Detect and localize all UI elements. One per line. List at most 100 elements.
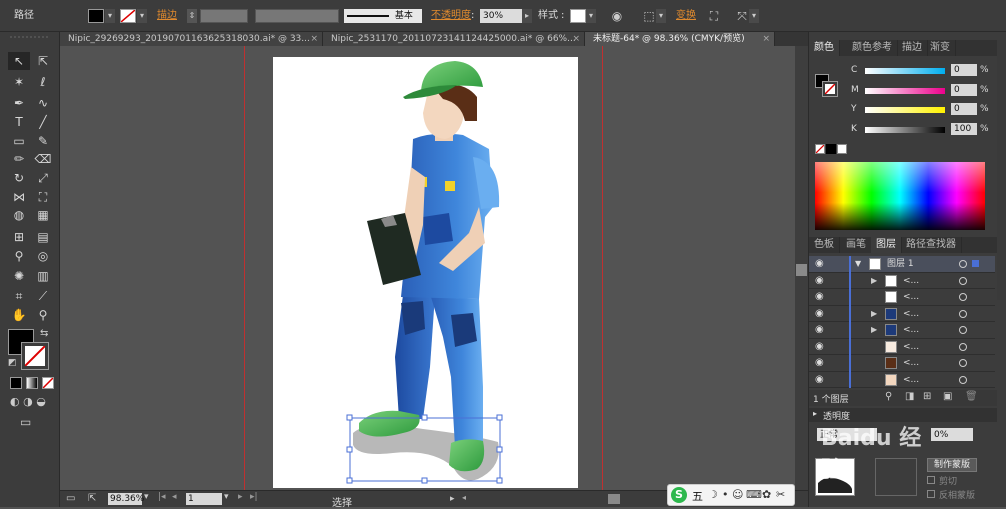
tab-brushes[interactable]: 画笔 [841, 237, 872, 253]
expand-arrow-icon[interactable]: ▶ [871, 276, 877, 285]
slice-tool-icon[interactable]: ⟋ [32, 287, 54, 305]
eye-icon[interactable]: ◉ [815, 308, 829, 320]
sublayer-row[interactable]: ◉ ▶ <... [809, 322, 995, 339]
eye-icon[interactable]: ◉ [815, 357, 829, 369]
eye-icon[interactable]: ◉ [815, 374, 829, 386]
worker-illustration[interactable] [273, 57, 578, 488]
clip-checkbox[interactable] [927, 476, 935, 484]
graphic-style-swatch[interactable] [570, 9, 586, 23]
hscroll-left-arrow[interactable]: ◂ [462, 493, 468, 504]
keyboard-icon[interactable]: ⌨ [746, 488, 762, 501]
blend-tool-icon[interactable]: ◎ [32, 247, 54, 265]
invert-mask-checkbox[interactable] [927, 490, 935, 498]
rectangle-tool-icon[interactable]: ▭ [8, 132, 30, 150]
artboard[interactable] [273, 57, 578, 488]
arrange-dropdown-arrow[interactable]: ▾ [749, 9, 759, 23]
channel-c-input[interactable]: 0 [951, 64, 977, 76]
stroke-dropdown-arrow[interactable]: ▾ [137, 9, 147, 23]
gradient-mode-icon[interactable] [26, 377, 38, 389]
target-circle-icon[interactable] [959, 375, 967, 384]
zoom-tool-icon[interactable]: ⚲ [32, 306, 54, 324]
none-mode-icon[interactable] [42, 377, 54, 389]
direct-selection-tool-icon[interactable]: ⇱ [32, 52, 54, 70]
moon-icon[interactable]: ☽ [708, 488, 718, 501]
sublayer-row[interactable]: ◉ ▶ <... [809, 306, 995, 322]
first-artboard-icon[interactable]: |◂ [158, 492, 166, 502]
shape-builder-tool-icon[interactable]: ◍ [8, 206, 30, 224]
tab-color-guide[interactable]: 颜色参考 [847, 40, 898, 56]
line-segment-tool-icon[interactable]: ╱ [32, 113, 54, 131]
scale-tool-icon[interactable]: ⤢ [32, 169, 54, 187]
scrollbar-thumb[interactable] [796, 264, 807, 276]
expand-arrow-icon[interactable]: ▶ [871, 309, 877, 318]
eye-icon[interactable]: ◉ [815, 291, 829, 303]
magic-wand-tool-icon[interactable]: ✶ [8, 73, 30, 91]
toolbox-grip[interactable] [10, 32, 50, 38]
tab-stroke[interactable]: 描边 [897, 40, 928, 56]
opacity-dropdown-arrow[interactable]: ▸ [522, 9, 532, 23]
close-icon[interactable]: × [762, 32, 770, 46]
sublayer-row[interactable]: ◉ <... [809, 355, 995, 372]
channel-m-input[interactable]: 0 [951, 84, 977, 96]
sogou-logo-icon[interactable]: S [671, 487, 687, 503]
stroke-color-chip[interactable] [822, 81, 838, 97]
eye-icon[interactable]: ◉ [815, 324, 829, 336]
hand-tool-icon[interactable]: ✋ [8, 306, 30, 324]
width-tool-icon[interactable]: ⋈ [8, 188, 30, 206]
tab-swatches[interactable]: 色板 [809, 237, 840, 253]
tab-nipic-29269293[interactable]: Nipic_29269293_20190701163625318030.ai* … [60, 32, 323, 46]
skin-icon[interactable]: ✿ [762, 488, 771, 501]
stroke-swatch[interactable] [120, 9, 136, 23]
align-dropdown-arrow[interactable]: ▾ [656, 9, 666, 23]
brush-definition-dropdown[interactable]: 基本 [344, 9, 422, 23]
artboard-number-input[interactable]: 1 [186, 493, 222, 505]
tab-gradient[interactable]: 渐变 [925, 40, 956, 56]
zoom-input[interactable]: 98.36% [108, 493, 144, 505]
curvature-tool-icon[interactable]: ∿ [32, 94, 54, 112]
opacity-panel-link[interactable]: 不透明度 [431, 0, 471, 32]
target-circle-icon[interactable] [959, 260, 967, 268]
vertical-scrollbar[interactable] [795, 46, 808, 490]
mask-thumbnail[interactable] [875, 458, 917, 496]
sublayer-row[interactable]: ◉ <... [809, 372, 995, 388]
pen-tool-icon[interactable]: ✒ [8, 94, 30, 112]
gpu-preview-icon[interactable]: ▭ [66, 493, 75, 504]
target-circle-icon[interactable] [959, 342, 967, 351]
channel-y-slider[interactable] [865, 107, 945, 113]
next-artboard-icon[interactable]: ▸ [238, 492, 243, 502]
close-icon[interactable]: × [572, 32, 580, 46]
artboard-dropdown-arrow[interactable]: ▾ [224, 492, 229, 502]
stroke-color-swatch[interactable] [21, 342, 49, 370]
recolor-artwork-icon[interactable]: ◉ [608, 7, 626, 25]
horizontal-scrollbar-thumb[interactable] [608, 494, 620, 504]
perspective-grid-tool-icon[interactable]: ▦ [32, 206, 54, 224]
last-artboard-icon[interactable]: ▸| [250, 492, 258, 502]
ime-toolbar[interactable]: S 五 ☽ • ☺ ⌨ ✿ ✂ [667, 484, 795, 506]
gradient-tool-icon[interactable]: ▤ [32, 228, 54, 246]
tab-color[interactable]: 颜色 [809, 40, 840, 56]
make-mask-button[interactable]: 制作蒙版 [927, 458, 977, 472]
target-circle-icon[interactable] [959, 359, 967, 367]
column-graph-tool-icon[interactable]: ▥ [32, 267, 54, 285]
layer-row-main[interactable]: ◉ ▼ 图层 1 [809, 256, 995, 273]
expand-arrow-icon[interactable]: ▼ [855, 259, 861, 268]
fill-swatch[interactable] [88, 9, 104, 23]
mesh-tool-icon[interactable]: ⊞ [8, 228, 30, 246]
transform-panel-link[interactable]: 变换 [676, 0, 696, 32]
channel-k-input[interactable]: 100 [951, 123, 977, 135]
type-tool-icon[interactable]: T [8, 113, 30, 131]
opacity-input[interactable]: 30% [480, 9, 522, 23]
color-spectrum[interactable] [815, 162, 985, 230]
prev-artboard-icon[interactable]: ◂ [172, 492, 177, 502]
channel-k-slider[interactable] [865, 127, 945, 133]
swap-colors-icon[interactable]: ⇆ [40, 328, 48, 339]
stroke-weight-field[interactable] [200, 9, 248, 23]
fill-dropdown-arrow[interactable]: ▾ [105, 9, 115, 23]
selection-tool-icon[interactable]: ↖ [8, 52, 30, 70]
status-menu-arrow[interactable]: ▸ [450, 494, 458, 504]
tab-untitled-64[interactable]: 未标题-64* @ 98.36% (CMYK/预览) × [585, 32, 775, 46]
none-swatch[interactable] [815, 144, 825, 154]
new-layer-icon[interactable]: ▣ [943, 391, 952, 402]
paintbrush-tool-icon[interactable]: ✎ [32, 132, 54, 150]
artboard-tool-icon[interactable]: ⌗ [8, 287, 30, 305]
